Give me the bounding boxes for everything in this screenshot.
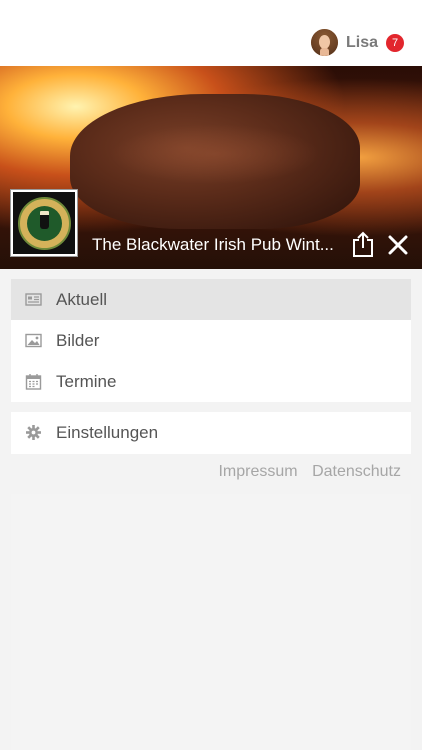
menu-label-aktuell: Aktuell — [56, 289, 108, 309]
footer-links: Impressum Datenschutz — [208, 463, 401, 481]
top-bar: Lisa 7 — [0, 0, 422, 66]
menu-label-bilder: Bilder — [56, 330, 100, 350]
pub-logo — [10, 189, 78, 257]
settings-menu: Einstellungen — [11, 412, 411, 454]
user-name[interactable]: Lisa — [346, 34, 378, 52]
notification-badge[interactable]: 7 — [386, 33, 404, 52]
gear-icon — [26, 425, 41, 440]
datenschutz-link[interactable]: Datenschutz — [312, 463, 401, 480]
share-icon[interactable] — [352, 231, 374, 257]
menu-item-einstellungen[interactable]: Einstellungen — [11, 412, 411, 453]
news-icon — [25, 293, 42, 306]
menu-label-einstellungen: Einstellungen — [56, 422, 159, 442]
menu-label-termine: Termine — [56, 371, 117, 391]
user-avatar[interactable] — [310, 29, 338, 56]
menu-item-aktuell[interactable]: Aktuell — [11, 279, 411, 320]
user-profile[interactable]: Lisa 7 — [310, 29, 404, 56]
menu-item-bilder[interactable]: Bilder — [11, 320, 411, 361]
calendar-icon — [25, 374, 42, 390]
main-menu: Aktuell Bilder Termine — [11, 279, 411, 402]
close-icon[interactable] — [388, 235, 408, 255]
image-icon — [25, 333, 42, 348]
impressum-link[interactable]: Impressum — [218, 463, 297, 480]
content-area — [11, 494, 411, 750]
pub-title: The Blackwater Irish Pub Wint... — [92, 235, 334, 254]
menu-item-termine[interactable]: Termine — [11, 361, 411, 402]
